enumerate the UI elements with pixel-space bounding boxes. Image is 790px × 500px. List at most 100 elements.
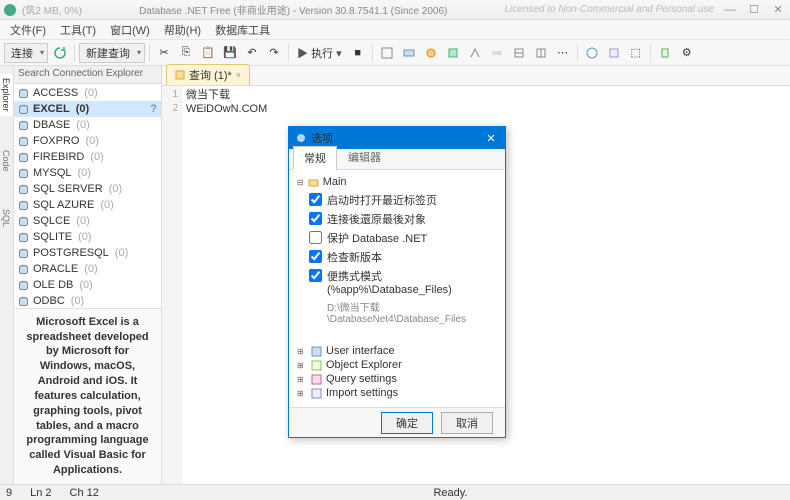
db-item-sql-server[interactable]: SQL SERVER(0): [14, 181, 161, 197]
refresh-icon[interactable]: [50, 43, 70, 63]
database-icon: [18, 296, 29, 307]
db-item-odbc[interactable]: ODBC(0): [14, 293, 161, 308]
tool-icon-7[interactable]: [509, 43, 529, 63]
db-item-sqlce[interactable]: SQLCE(0): [14, 213, 161, 229]
cancel-button[interactable]: 取消: [441, 412, 493, 434]
option-startup[interactable]: 启动时打开最近标签页: [309, 192, 497, 208]
import-icon: [311, 388, 322, 399]
tool-icon-6[interactable]: [487, 43, 507, 63]
section-main[interactable]: ⊟Main: [297, 176, 497, 188]
db-item-dbase[interactable]: DBASE(0): [14, 117, 161, 133]
database-icon: [18, 120, 29, 131]
explorer-header: Search Connection Explorer: [14, 66, 161, 84]
tool-icon-13[interactable]: [655, 43, 675, 63]
ui-icon: [311, 346, 322, 357]
paste-icon[interactable]: 📋: [198, 43, 218, 63]
options-dialog: 选项 ✕ 常规 编辑器 ⊟Main 启动时打开最近标签页 连接後還原最後对象 保…: [288, 126, 506, 438]
settings-icon[interactable]: ⚙: [677, 43, 697, 63]
status-ready: Ready.: [433, 487, 467, 499]
titlebar: (筑2 MB, 0%) Database .NET Free (非商业用途) -…: [0, 0, 790, 20]
db-item-mysql[interactable]: MYSQL(0): [14, 165, 161, 181]
execute-label: ▶ 执行 ▾: [293, 45, 346, 61]
section-object-explorer[interactable]: ⊞Object Explorer: [297, 359, 497, 371]
query-icon: [175, 70, 185, 80]
connect-dropdown[interactable]: 连接: [4, 43, 48, 63]
tool-icon-9[interactable]: ⋯: [553, 43, 573, 63]
copy-icon[interactable]: ⎘: [176, 43, 196, 63]
db-item-firebird[interactable]: FIREBIRD(0): [14, 149, 161, 165]
cut-icon[interactable]: ✂: [154, 43, 174, 63]
option-portable[interactable]: 便携式模式 (%app%\Database_Files): [309, 268, 497, 296]
database-icon: [18, 104, 29, 115]
db-item-foxpro[interactable]: FOXPRO(0): [14, 133, 161, 149]
tree-icon: [311, 360, 322, 371]
database-icon: [18, 168, 29, 179]
db-item-oracle[interactable]: ORACLE(0): [14, 261, 161, 277]
tool-icon-8[interactable]: [531, 43, 551, 63]
sidetab-explorer[interactable]: Explorer: [0, 74, 13, 116]
db-item-sql-azure[interactable]: SQL AZURE(0): [14, 197, 161, 213]
database-icon: [18, 248, 29, 259]
tool-icon-2[interactable]: [399, 43, 419, 63]
db-item-ole-db[interactable]: OLE DB(0): [14, 277, 161, 293]
dialog-tabs: 常规 编辑器: [289, 149, 505, 170]
database-icon: [18, 200, 29, 211]
tab-query[interactable]: 查询 (1)* ×: [166, 64, 250, 85]
db-item-access[interactable]: ACCESS(0): [14, 85, 161, 101]
editor-tabs: 查询 (1)* ×: [162, 66, 790, 86]
query-settings-icon: [311, 374, 322, 385]
tool-icon-11[interactable]: [604, 43, 624, 63]
db-item-sqlite[interactable]: SQLITE(0): [14, 229, 161, 245]
menu-help[interactable]: 帮助(H): [158, 20, 207, 40]
save-icon[interactable]: 💾: [220, 43, 240, 63]
db-item-excel[interactable]: EXCEL(0)?: [14, 101, 161, 117]
menu-window[interactable]: 窗口(W): [104, 20, 156, 40]
tool-icon-4[interactable]: [443, 43, 463, 63]
app-icon: [4, 4, 16, 16]
tool-icon-10[interactable]: [582, 43, 602, 63]
redo-icon[interactable]: ↷: [264, 43, 284, 63]
statusbar: 9 Ln 2 Ch 12 Ready.: [0, 484, 790, 500]
line-gutter: 12: [162, 86, 182, 484]
option-restore[interactable]: 连接後還原最後对象: [309, 211, 497, 227]
database-icon: [18, 232, 29, 243]
sidetab-code[interactable]: Code: [0, 146, 13, 176]
database-icon: [18, 264, 29, 275]
connection-explorer: Search Connection Explorer ACCESS(0)EXCE…: [14, 66, 162, 484]
section-query[interactable]: ⊞Query settings: [297, 373, 497, 385]
maximize-button[interactable]: ☐: [746, 3, 762, 17]
dialog-close-button[interactable]: ✕: [483, 130, 499, 146]
minimize-button[interactable]: —: [722, 3, 738, 17]
option-update[interactable]: 检查新版本: [309, 249, 497, 265]
tool-icon-12[interactable]: ⬚: [626, 43, 646, 63]
stop-icon[interactable]: ■: [348, 43, 368, 63]
tool-icon-3[interactable]: [421, 43, 441, 63]
menu-dbtools[interactable]: 数据库工具: [209, 20, 276, 40]
new-query-button[interactable]: 新建查询: [79, 43, 145, 63]
status-ln: Ln 2: [30, 487, 51, 499]
option-protect[interactable]: 保护 Database .NET: [309, 230, 497, 246]
menu-file[interactable]: 文件(F): [4, 20, 52, 40]
tab-close-icon[interactable]: ×: [236, 70, 241, 80]
database-icon: [18, 280, 29, 291]
tool-icon-1[interactable]: [377, 43, 397, 63]
tool-icon-5[interactable]: [465, 43, 485, 63]
dialog-body: ⊟Main 启动时打开最近标签页 连接後還原最後对象 保护 Database .…: [289, 170, 505, 407]
ok-button[interactable]: 确定: [381, 412, 433, 434]
db-item-postgresql[interactable]: POSTGRESQL(0): [14, 245, 161, 261]
database-icon: [18, 152, 29, 163]
section-ui[interactable]: ⊞User interface: [297, 345, 497, 357]
portable-path: D:\微当下载\DatabaseNet4\Database_Files: [327, 299, 497, 325]
close-button[interactable]: ✕: [770, 3, 786, 17]
folder-icon: [308, 177, 319, 188]
toolbar: 连接 新建查询 ✂ ⎘ 📋 💾 ↶ ↷ ▶ 执行 ▾ ■ ⋯ ⬚ ⚙: [0, 40, 790, 66]
undo-icon[interactable]: ↶: [242, 43, 262, 63]
menu-tools[interactable]: 工具(T): [54, 20, 102, 40]
explorer-list: ACCESS(0)EXCEL(0)?DBASE(0)FOXPRO(0)FIREB…: [14, 84, 161, 308]
sidetab-sql[interactable]: SQL: [0, 205, 13, 231]
dialog-tab-editor[interactable]: 编辑器: [337, 145, 392, 169]
section-import[interactable]: ⊞Import settings: [297, 387, 497, 399]
dialog-tab-general[interactable]: 常规: [293, 146, 337, 170]
license-text: Licensed to Non-Commercial and Personal …: [504, 4, 714, 15]
dialog-buttons: 确定 取消: [289, 407, 505, 437]
